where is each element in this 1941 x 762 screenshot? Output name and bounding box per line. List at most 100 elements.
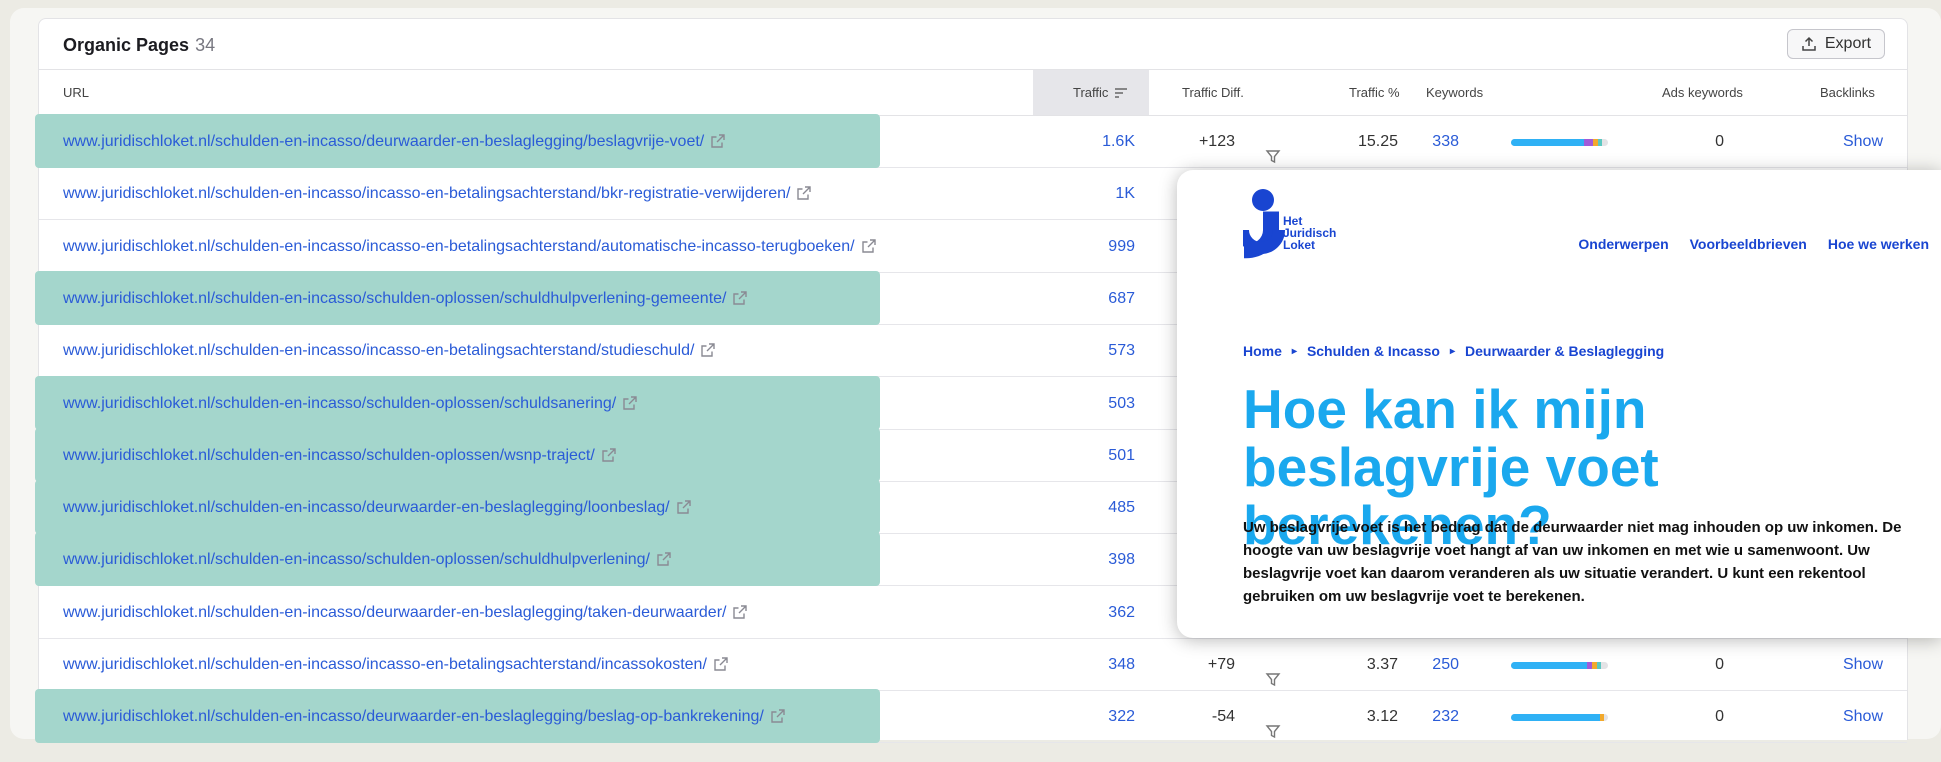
traffic-diff-value: +79 (1207, 656, 1235, 673)
page-url-link[interactable]: www.juridischloket.nl/schulden-en-incass… (63, 639, 728, 691)
filter-icon[interactable] (1265, 724, 1281, 740)
page-url-link[interactable]: www.juridischloket.nl/schulden-en-incass… (63, 691, 785, 743)
panel-title: Organic Pages 34 (63, 35, 215, 56)
page-url-link[interactable]: www.juridischloket.nl/schulden-en-incass… (63, 116, 725, 168)
intent-segment (1511, 714, 1601, 722)
page-url-link[interactable]: www.juridischloket.nl/schulden-en-incass… (63, 168, 812, 220)
breadcrumb-home[interactable]: Home (1243, 343, 1282, 359)
keywords-value[interactable]: 338 (1419, 116, 1459, 168)
col-ads-keywords[interactable]: Ads keywords (1662, 70, 1743, 115)
external-link-icon[interactable] (623, 395, 637, 410)
page-url-link[interactable]: www.juridischloket.nl/schulden-en-incass… (63, 221, 876, 273)
page-url-link[interactable]: www.juridischloket.nl/schulden-en-incass… (63, 534, 671, 586)
traffic-value[interactable]: 1.6K (1029, 116, 1135, 168)
breadcrumb-schulden[interactable]: Schulden & Incasso (1307, 343, 1440, 359)
nav-onderwerpen[interactable]: Onderwerpen (1578, 236, 1668, 252)
traffic-value[interactable]: 573 (1029, 325, 1135, 377)
chevron-right-icon: ▸ (1449, 345, 1456, 357)
external-link-icon[interactable] (797, 186, 812, 200)
logo-text: Het Juridisch Loket (1283, 215, 1336, 251)
page-url-text: www.juridischloket.nl/schulden-en-incass… (63, 603, 727, 621)
upload-icon (1802, 36, 1816, 51)
page-url-text: www.juridischloket.nl/schulden-en-incass… (63, 656, 707, 673)
export-button[interactable]: Export (1787, 29, 1885, 59)
ads-keywords-value: 0 (1715, 708, 1724, 726)
external-link-icon[interactable] (711, 134, 725, 148)
page-url-text: www.juridischloket.nl/schulden-en-incass… (63, 394, 617, 412)
traffic-value[interactable]: 348 (1029, 639, 1135, 691)
col-url[interactable]: URL (63, 70, 89, 115)
page-url-link[interactable]: www.juridischloket.nl/schulden-en-incass… (63, 587, 748, 639)
traffic-value[interactable]: 501 (1029, 430, 1135, 482)
table-row: www.juridischloket.nl/schulden-en-incass… (39, 639, 1907, 691)
panel-title-text: Organic Pages (63, 35, 190, 55)
ads-keywords-value: 0 (1715, 133, 1724, 150)
page-url-link[interactable]: www.juridischloket.nl/schulden-en-incass… (63, 325, 716, 377)
filter-icon[interactable] (1265, 149, 1281, 165)
page-url-link[interactable]: www.juridischloket.nl/schulden-en-incass… (63, 378, 637, 430)
nav-hoe-we-werken[interactable]: Hoe we werken (1828, 236, 1929, 252)
traffic-value[interactable]: 485 (1029, 482, 1135, 534)
external-link-icon[interactable] (861, 238, 876, 253)
intent-segment (1511, 662, 1587, 669)
intent-segment (1598, 139, 1603, 146)
traffic-diff-value: +123 (1198, 133, 1235, 150)
breadcrumb-deurwaarder[interactable]: Deurwaarder & Beslaglegging (1465, 343, 1664, 359)
external-link-icon[interactable] (714, 657, 728, 671)
external-link-icon[interactable] (657, 552, 671, 567)
page-preview-popover: Het Juridisch Loket Onderwerpen Voorbeel… (1177, 170, 1941, 638)
page-url-text: www.juridischloket.nl/schulden-en-incass… (63, 499, 670, 517)
diff-filter[interactable] (1263, 710, 1281, 739)
external-link-icon[interactable] (733, 291, 748, 305)
col-keywords[interactable]: Keywords (1426, 70, 1483, 115)
traffic-pct-value: 3.12 (1366, 708, 1398, 726)
page-url-text: www.juridischloket.nl/schulden-en-incass… (63, 237, 855, 255)
export-label: Export (1824, 35, 1872, 52)
external-link-icon[interactable] (771, 709, 785, 723)
traffic-value[interactable]: 398 (1029, 534, 1135, 586)
breadcrumb: Home ▸ Schulden & Incasso ▸ Deurwaarder … (1243, 343, 1664, 359)
diff-filter[interactable] (1263, 658, 1281, 687)
page-url-link[interactable]: www.juridischloket.nl/schulden-en-incass… (63, 430, 616, 482)
page-intro: Uw beslagvrije voet is het bedrag dat de… (1243, 519, 1902, 605)
col-traffic-pct[interactable]: Traffic % (1349, 70, 1400, 115)
traffic-value[interactable]: 687 (1029, 273, 1135, 325)
traffic-value[interactable]: 503 (1029, 378, 1135, 430)
table-header: URL Traffic Traffic Diff. Traffic % Keyw… (39, 69, 1907, 116)
traffic-value[interactable]: 362 (1029, 587, 1135, 639)
traffic-diff-value: -54 (1211, 708, 1235, 726)
table-row: www.juridischloket.nl/schulden-en-incass… (35, 689, 1907, 744)
keyword-intent-bar (1511, 714, 1608, 722)
backlinks-show-link[interactable]: Show (1829, 116, 1883, 168)
traffic-value[interactable]: 322 (1029, 691, 1135, 743)
external-link-icon[interactable] (733, 604, 748, 619)
keywords-value[interactable]: 250 (1419, 639, 1459, 691)
page-url-link[interactable]: www.juridischloket.nl/schulden-en-incass… (63, 273, 748, 325)
external-link-icon[interactable] (602, 448, 616, 462)
external-link-icon[interactable] (676, 500, 691, 514)
intent-segment (1597, 662, 1602, 669)
nav-voorbeeldbrieven[interactable]: Voorbeeldbrieven (1690, 236, 1807, 252)
col-traffic-label: Traffic (1073, 85, 1109, 100)
page-count: 34 (195, 35, 216, 55)
backlinks-show-link[interactable]: Show (1829, 691, 1883, 743)
traffic-value[interactable]: 1K (1029, 168, 1135, 220)
col-traffic[interactable]: Traffic (1073, 70, 1128, 115)
preview-nav: Onderwerpen Voorbeeldbrieven Hoe we werk… (1578, 236, 1929, 252)
external-link-icon[interactable] (701, 343, 716, 357)
keyword-intent-bar (1511, 662, 1608, 669)
traffic-value[interactable]: 999 (1029, 221, 1135, 273)
page-url-text: www.juridischloket.nl/schulden-en-incass… (63, 446, 595, 464)
intent-segment (1583, 139, 1594, 146)
page-url-text: www.juridischloket.nl/schulden-en-incass… (63, 708, 764, 726)
keywords-value[interactable]: 232 (1419, 691, 1459, 743)
page-url-link[interactable]: www.juridischloket.nl/schulden-en-incass… (63, 482, 691, 534)
page-url-text: www.juridischloket.nl/schulden-en-incass… (63, 133, 705, 150)
traffic-pct-value: 3.37 (1366, 656, 1398, 673)
backlinks-show-link[interactable]: Show (1829, 639, 1883, 691)
filter-icon[interactable] (1265, 672, 1281, 688)
col-backlinks[interactable]: Backlinks (1820, 70, 1875, 115)
intent-segment (1511, 139, 1584, 146)
col-traffic-diff[interactable]: Traffic Diff. (1182, 70, 1244, 115)
diff-filter[interactable] (1263, 135, 1281, 164)
